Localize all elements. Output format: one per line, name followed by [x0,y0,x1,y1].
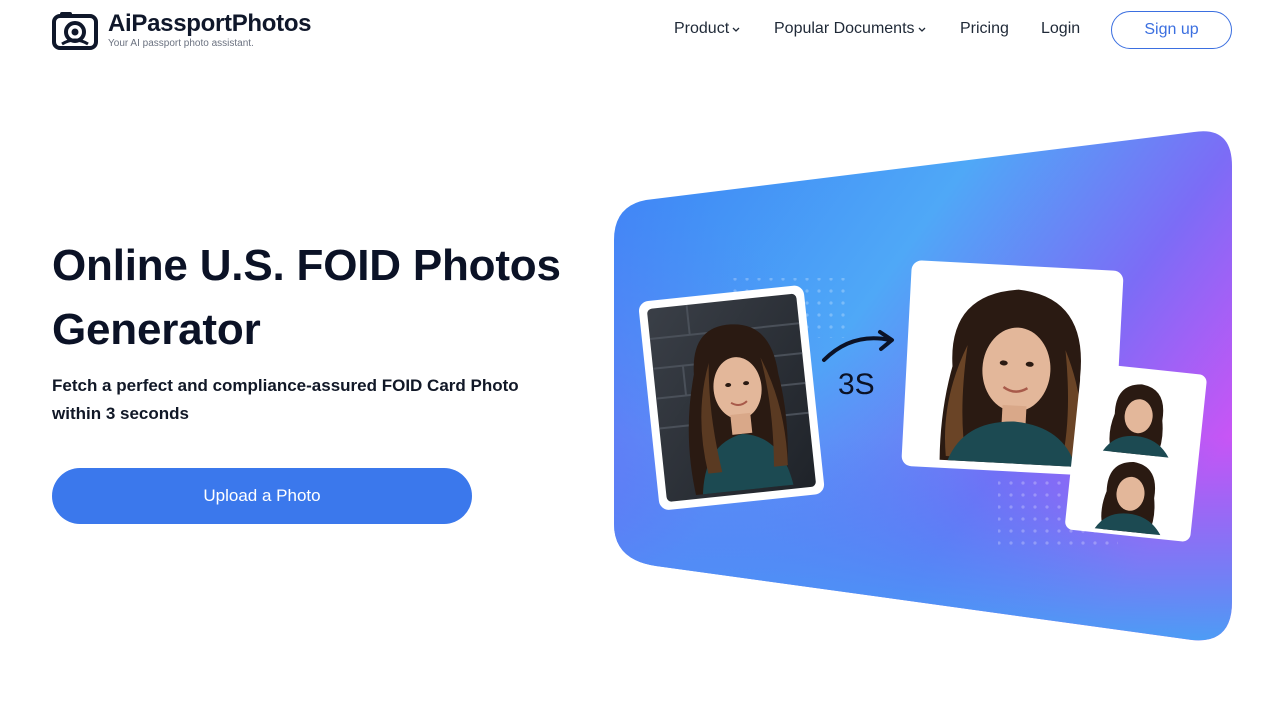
nav-item-label: Popular Documents [774,20,915,37]
nav-item-label: Product [674,20,730,37]
nav-item-label: Login [1041,20,1081,37]
nav-item-product[interactable]: Product [674,20,740,38]
signup-button[interactable]: Sign up [1111,11,1232,49]
hero-illustration-graphic [614,131,1232,641]
nav-item-pricing[interactable]: Pricing [960,20,1009,38]
camera-face-icon [52,12,98,50]
hero-illustration [600,120,1250,660]
speed-label: 3S [838,368,875,401]
print-sheet-card [1065,362,1207,542]
brand-name: AiPassportPhotos [108,9,312,37]
hero-subtitle: Fetch a perfect and compliance-assured F… [52,376,519,423]
logo[interactable]: AiPassportPhotos Your AI passport photo … [52,9,312,50]
hero-title: Online U.S. FOID Photos Generator [52,241,561,354]
nav-item-popular-documents[interactable]: Popular Documents [774,20,926,38]
nav-item-label: Pricing [960,20,1009,37]
chevron-down-icon [732,27,740,32]
upload-photo-button[interactable]: Upload a Photo [52,468,472,524]
brand-tagline: Your AI passport photo assistant. [108,37,254,49]
chevron-down-icon [918,27,925,32]
nav-item-login[interactable]: Login [1041,20,1080,38]
original-photo-card [638,285,825,510]
site-header: AiPassportPhotos Your AI passport photo … [0,0,1275,62]
